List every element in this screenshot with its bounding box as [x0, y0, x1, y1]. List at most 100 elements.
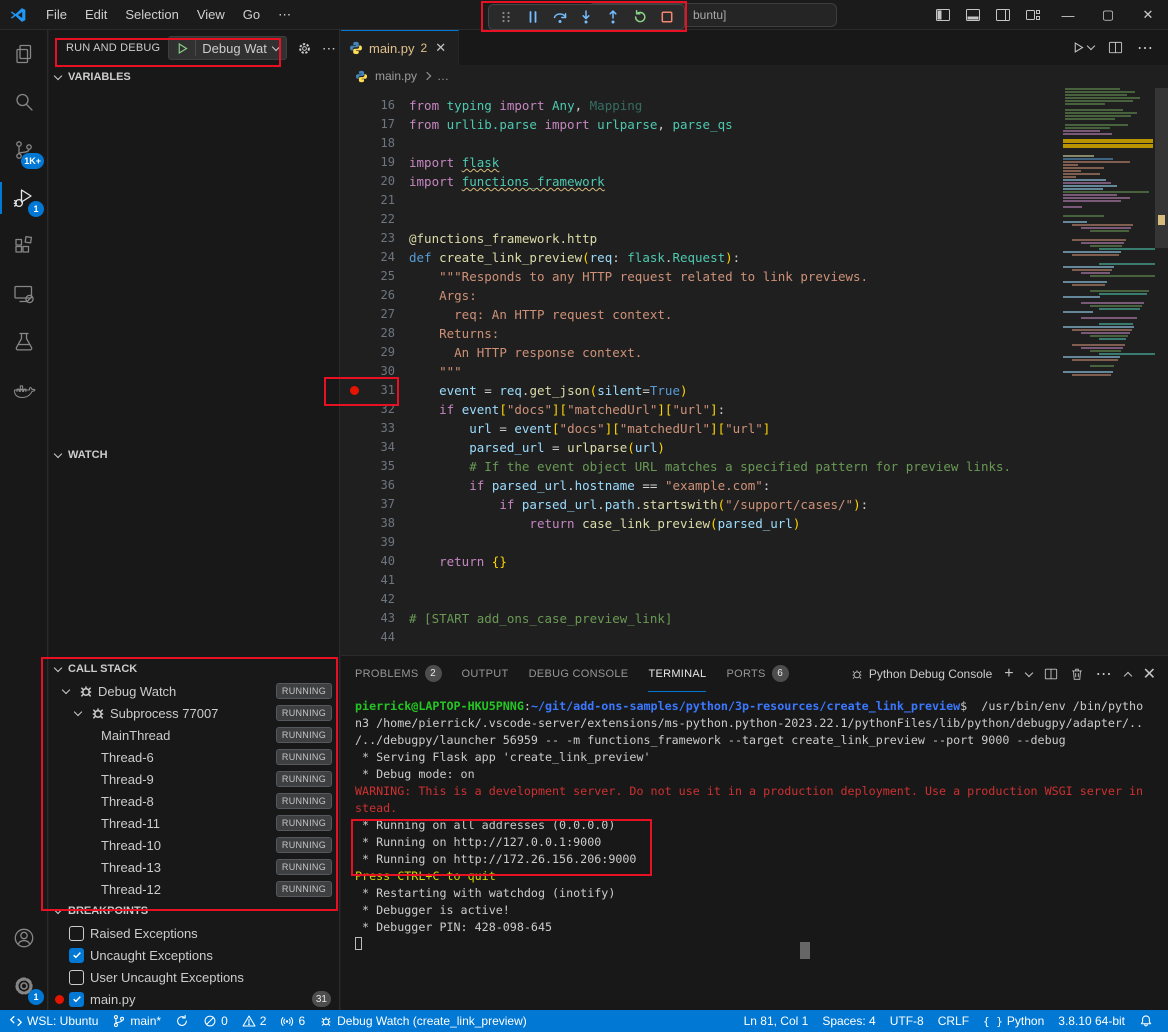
gutter[interactable]	[341, 571, 368, 590]
status-remote[interactable]: WSL: Ubuntu	[2, 1010, 105, 1032]
activity-explorer-icon[interactable]	[0, 30, 48, 78]
activity-run-and-debug-icon[interactable]: 1	[0, 174, 48, 222]
call-stack-row[interactable]: Thread-13RUNNING	[49, 856, 339, 878]
call-stack-row[interactable]: Thread-9RUNNING	[49, 768, 339, 790]
breadcrumb[interactable]: main.py …	[341, 65, 1168, 87]
code-line[interactable]: 21	[341, 191, 1168, 210]
minimap[interactable]	[1061, 88, 1155, 628]
step-into-icon[interactable]	[576, 7, 596, 27]
breadcrumb-item[interactable]: main.py	[375, 69, 417, 83]
maximize-panel-icon[interactable]	[1123, 671, 1131, 679]
status-ln-81-col-1[interactable]: Ln 81, Col 1	[737, 1010, 816, 1032]
gutter[interactable]	[341, 514, 368, 533]
breakpoints-section-header[interactable]: BREAKPOINTS	[49, 900, 339, 922]
gutter[interactable]	[341, 438, 368, 457]
split-terminal-icon[interactable]	[1044, 667, 1058, 681]
gutter[interactable]	[341, 419, 368, 438]
gutter[interactable]	[341, 457, 368, 476]
tab-main-py[interactable]: main.py 2 ✕	[341, 30, 459, 65]
gutter[interactable]	[341, 286, 368, 305]
menu-selection[interactable]: Selection	[116, 4, 187, 25]
status-spaces-4[interactable]: Spaces: 4	[815, 1010, 882, 1032]
terminal-scrollbar-thumb[interactable]	[800, 942, 810, 959]
gutter[interactable]	[341, 476, 368, 495]
code-line[interactable]: 16from typing import Any, Mapping	[341, 96, 1168, 115]
code-line[interactable]: 35 # If the event object URL matches a s…	[341, 457, 1168, 476]
gutter[interactable]	[341, 552, 368, 571]
code-line[interactable]: 43# [START add_ons_case_preview_link]	[341, 609, 1168, 628]
activity-remote-explorer-icon[interactable]	[0, 270, 48, 318]
call-stack-section-header[interactable]: CALL STACK	[49, 658, 339, 680]
code-line[interactable]: 20import functions_framework	[341, 172, 1168, 191]
gutter[interactable]	[341, 590, 368, 609]
gutter[interactable]	[341, 533, 368, 552]
panel-tab-debug-console[interactable]: DEBUG CONSOLE	[529, 656, 629, 692]
watch-section-header[interactable]: WATCH	[49, 444, 339, 466]
gutter[interactable]	[341, 495, 368, 514]
split-editor-icon[interactable]	[1108, 40, 1123, 55]
code-line[interactable]: 28 Returns:	[341, 324, 1168, 343]
code-line[interactable]: 38 return case_link_preview(parsed_url)	[341, 514, 1168, 533]
code-line[interactable]: 25 """Responds to any HTTP request relat…	[341, 267, 1168, 286]
code-line[interactable]: 42	[341, 590, 1168, 609]
status-debug[interactable]: Debug Watch (create_link_preview)	[312, 1010, 534, 1032]
code-line[interactable]: 30 """	[341, 362, 1168, 381]
run-dropdown-icon[interactable]	[1087, 42, 1095, 50]
checkbox[interactable]	[69, 992, 84, 1007]
status-error[interactable]: 0	[196, 1010, 235, 1032]
gutter[interactable]	[341, 229, 368, 248]
debug-config-dropdown[interactable]: Debug Wat	[168, 36, 287, 60]
code-line[interactable]: 39	[341, 533, 1168, 552]
breakpoint-dot[interactable]	[350, 386, 359, 395]
minimize-button[interactable]: —	[1048, 0, 1088, 30]
status-broadcast[interactable]: 6	[273, 1010, 312, 1032]
code-line[interactable]: 36 if parsed_url.hostname == "example.co…	[341, 476, 1168, 495]
call-stack-row[interactable]: Thread-6RUNNING	[49, 746, 339, 768]
menu-file[interactable]: File	[37, 4, 76, 25]
code-line[interactable]: 23@functions_framework.http	[341, 229, 1168, 248]
breadcrumb-item[interactable]: …	[437, 69, 449, 83]
code-line[interactable]: 41	[341, 571, 1168, 590]
code-line[interactable]: 19import flask	[341, 153, 1168, 172]
status-utf-8[interactable]: UTF-8	[883, 1010, 931, 1032]
panel-tab-output[interactable]: OUTPUT	[462, 656, 509, 692]
status-sync[interactable]	[168, 1010, 196, 1032]
activity-docker-icon[interactable]	[0, 366, 48, 414]
gutter[interactable]	[341, 305, 368, 324]
status-bell[interactable]	[1132, 1010, 1160, 1032]
menu-edit[interactable]: Edit	[76, 4, 116, 25]
code-line[interactable]: 17from urllib.parse import urlparse, par…	[341, 115, 1168, 134]
toggle-secondary-sidebar-icon[interactable]	[988, 0, 1018, 30]
maximize-button[interactable]: ▢	[1088, 0, 1128, 30]
call-stack-row[interactable]: Thread-12RUNNING	[49, 878, 339, 900]
code-line[interactable]: 44	[341, 628, 1168, 647]
status-braces[interactable]: { }Python	[976, 1010, 1051, 1032]
code-line[interactable]: 24def create_link_preview(req: flask.Req…	[341, 248, 1168, 267]
run-python-file-button[interactable]	[1072, 41, 1094, 54]
status-branch[interactable]: main*	[105, 1010, 168, 1032]
editor-scrollbar[interactable]	[1155, 87, 1168, 655]
stop-icon[interactable]	[657, 7, 677, 27]
gutter[interactable]	[341, 153, 368, 172]
status-3-8-10-64-bit[interactable]: 3.8.10 64-bit	[1051, 1010, 1132, 1032]
activity-settings-icon[interactable]: 1	[0, 962, 48, 1010]
gutter[interactable]	[341, 381, 368, 400]
checkbox[interactable]	[69, 926, 84, 941]
gutter[interactable]	[341, 210, 368, 229]
pause-icon[interactable]	[523, 7, 543, 27]
breakpoint-row[interactable]: Raised Exceptions	[49, 922, 339, 944]
close-button[interactable]: ✕	[1128, 0, 1168, 30]
close-panel-icon[interactable]: ✕	[1143, 664, 1156, 684]
code-line[interactable]: 27 req: An HTTP request context.	[341, 305, 1168, 324]
breakpoint-row[interactable]: Uncaught Exceptions	[49, 944, 339, 966]
more-actions-icon[interactable]: ⋯	[322, 40, 337, 57]
toggle-panel-icon[interactable]	[958, 0, 988, 30]
call-stack-row[interactable]: Debug WatchRUNNING	[49, 680, 339, 702]
activity-extensions-icon[interactable]	[0, 222, 48, 270]
code-line[interactable]: 37 if parsed_url.path.startswith("/suppo…	[341, 495, 1168, 514]
terminal-output[interactable]: pierrick@LAPTOP-HKU5PNNG:~/git/add-ons-s…	[341, 692, 1168, 953]
gutter[interactable]	[341, 609, 368, 628]
gutter[interactable]	[341, 191, 368, 210]
call-stack-row[interactable]: Subprocess 77007RUNNING	[49, 702, 339, 724]
checkbox[interactable]	[69, 970, 84, 985]
